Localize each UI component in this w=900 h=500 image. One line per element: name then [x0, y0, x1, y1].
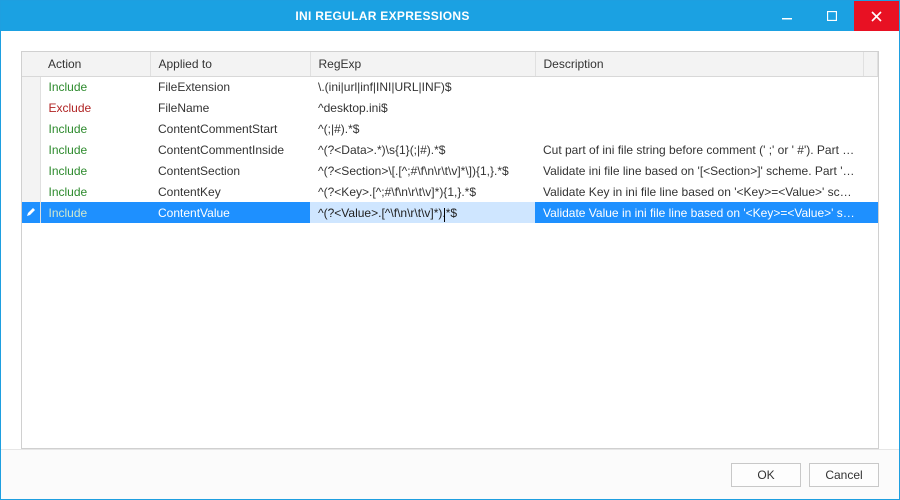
cell-tail: [864, 118, 878, 139]
table-row[interactable]: Include ContentValue ^(?<Value>.[^\f\n\r\t…: [22, 202, 878, 223]
col-applied-to[interactable]: Applied to: [150, 52, 310, 76]
cell-tail: [864, 139, 878, 160]
cancel-button[interactable]: Cancel: [809, 463, 879, 487]
col-description[interactable]: Description: [535, 52, 864, 76]
cell-regexp[interactable]: ^(?<Section>\[.[^;#\f\n\r\t\v]*\]){1,}.*…: [310, 160, 535, 181]
cell-action[interactable]: Include: [40, 76, 150, 97]
table-row[interactable]: Include ContentCommentInside^(?<Data>.*)\…: [22, 139, 878, 160]
minimize-button[interactable]: [764, 1, 809, 31]
action-label: Include: [49, 122, 88, 136]
cell-action[interactable]: Include: [40, 202, 150, 223]
cell-description[interactable]: Validate Value in ini file line based on…: [535, 202, 864, 223]
table-row[interactable]: Include FileExtension\.(ini|url|inf|INI|U…: [22, 76, 878, 97]
cell-description[interactable]: Cut part of ini file string before comme…: [535, 139, 864, 160]
cell-regexp[interactable]: ^desktop.ini$: [310, 97, 535, 118]
table-row[interactable]: Include ContentCommentStart^(;|#).*$: [22, 118, 878, 139]
row-indicator: [22, 202, 40, 223]
row-indicator: [22, 139, 40, 160]
edit-indicator-icon: [26, 207, 36, 217]
row-indicator: [22, 118, 40, 139]
window-controls: [764, 1, 899, 31]
table-row[interactable]: Exclude FileName^desktop.ini$: [22, 97, 878, 118]
action-label: Exclude: [49, 101, 92, 115]
cell-applied-to[interactable]: ContentValue: [150, 202, 310, 223]
dialog-window: INI REGULAR EXPRESSIONS Acti: [0, 0, 900, 500]
ok-button[interactable]: OK: [731, 463, 801, 487]
action-label: Include: [49, 164, 88, 178]
dialog-content: Action Applied to RegExp Description Inc…: [1, 31, 899, 449]
regexp-editor[interactable]: ^(?<Value>.[^\f\n\r\t\v]*).*$: [318, 206, 457, 220]
maximize-icon: [827, 11, 837, 21]
row-indicator: [22, 97, 40, 118]
cell-action[interactable]: Include: [40, 118, 150, 139]
action-label: Include: [49, 143, 88, 157]
action-label: Include: [49, 185, 88, 199]
table-row[interactable]: Include ContentSection^(?<Section>\[.[^;#…: [22, 160, 878, 181]
cell-regexp[interactable]: ^(?<Key>.[^;#\f\n\r\t\v]*){1,}.*$: [310, 181, 535, 202]
cell-applied-to[interactable]: ContentSection: [150, 160, 310, 181]
cell-applied-to[interactable]: FileName: [150, 97, 310, 118]
window-title: INI REGULAR EXPRESSIONS: [1, 9, 764, 23]
row-indicator: [22, 76, 40, 97]
cell-regexp[interactable]: ^(;|#).*$: [310, 118, 535, 139]
cell-description[interactable]: [535, 97, 864, 118]
cell-tail: [864, 181, 878, 202]
close-icon: [871, 11, 882, 22]
table-row[interactable]: Include ContentKey^(?<Key>.[^;#\f\n\r\t\v…: [22, 181, 878, 202]
cell-tail: [864, 202, 878, 223]
close-button[interactable]: [854, 1, 899, 31]
minimize-icon: [782, 11, 792, 21]
cell-description[interactable]: [535, 76, 864, 97]
regex-grid[interactable]: Action Applied to RegExp Description Inc…: [21, 51, 879, 449]
titlebar: INI REGULAR EXPRESSIONS: [1, 1, 899, 31]
cell-applied-to[interactable]: FileExtension: [150, 76, 310, 97]
cell-description[interactable]: [535, 118, 864, 139]
text-caret: [444, 208, 445, 222]
cell-applied-to[interactable]: ContentCommentStart: [150, 118, 310, 139]
col-regexp[interactable]: RegExp: [310, 52, 535, 76]
cell-regexp[interactable]: ^(?<Data>.*)\s{1}(;|#).*$: [310, 139, 535, 160]
row-indicator: [22, 160, 40, 181]
cell-applied-to[interactable]: ContentCommentInside: [150, 139, 310, 160]
dialog-footer: OK Cancel: [1, 449, 899, 499]
cell-applied-to[interactable]: ContentKey: [150, 181, 310, 202]
row-indicator-header: [22, 52, 40, 76]
action-label: Include: [49, 80, 88, 94]
row-indicator: [22, 181, 40, 202]
cell-regexp[interactable]: ^(?<Value>.[^\f\n\r\t\v]*).*$: [310, 202, 535, 223]
cell-tail: [864, 97, 878, 118]
cell-action[interactable]: Include: [40, 139, 150, 160]
cell-regexp[interactable]: \.(ini|url|inf|INI|URL|INF)$: [310, 76, 535, 97]
col-tail: [864, 52, 878, 76]
cell-action[interactable]: Exclude: [40, 97, 150, 118]
action-label: Include: [49, 206, 88, 220]
cell-description[interactable]: Validate Key in ini file line based on '…: [535, 181, 864, 202]
maximize-button[interactable]: [809, 1, 854, 31]
cell-tail: [864, 76, 878, 97]
header-row: Action Applied to RegExp Description: [22, 52, 878, 76]
cell-description[interactable]: Validate ini file line based on '[<Secti…: [535, 160, 864, 181]
cell-tail: [864, 160, 878, 181]
col-action[interactable]: Action: [40, 52, 150, 76]
cell-action[interactable]: Include: [40, 160, 150, 181]
cell-action[interactable]: Include: [40, 181, 150, 202]
regex-table: Action Applied to RegExp Description Inc…: [22, 52, 878, 223]
